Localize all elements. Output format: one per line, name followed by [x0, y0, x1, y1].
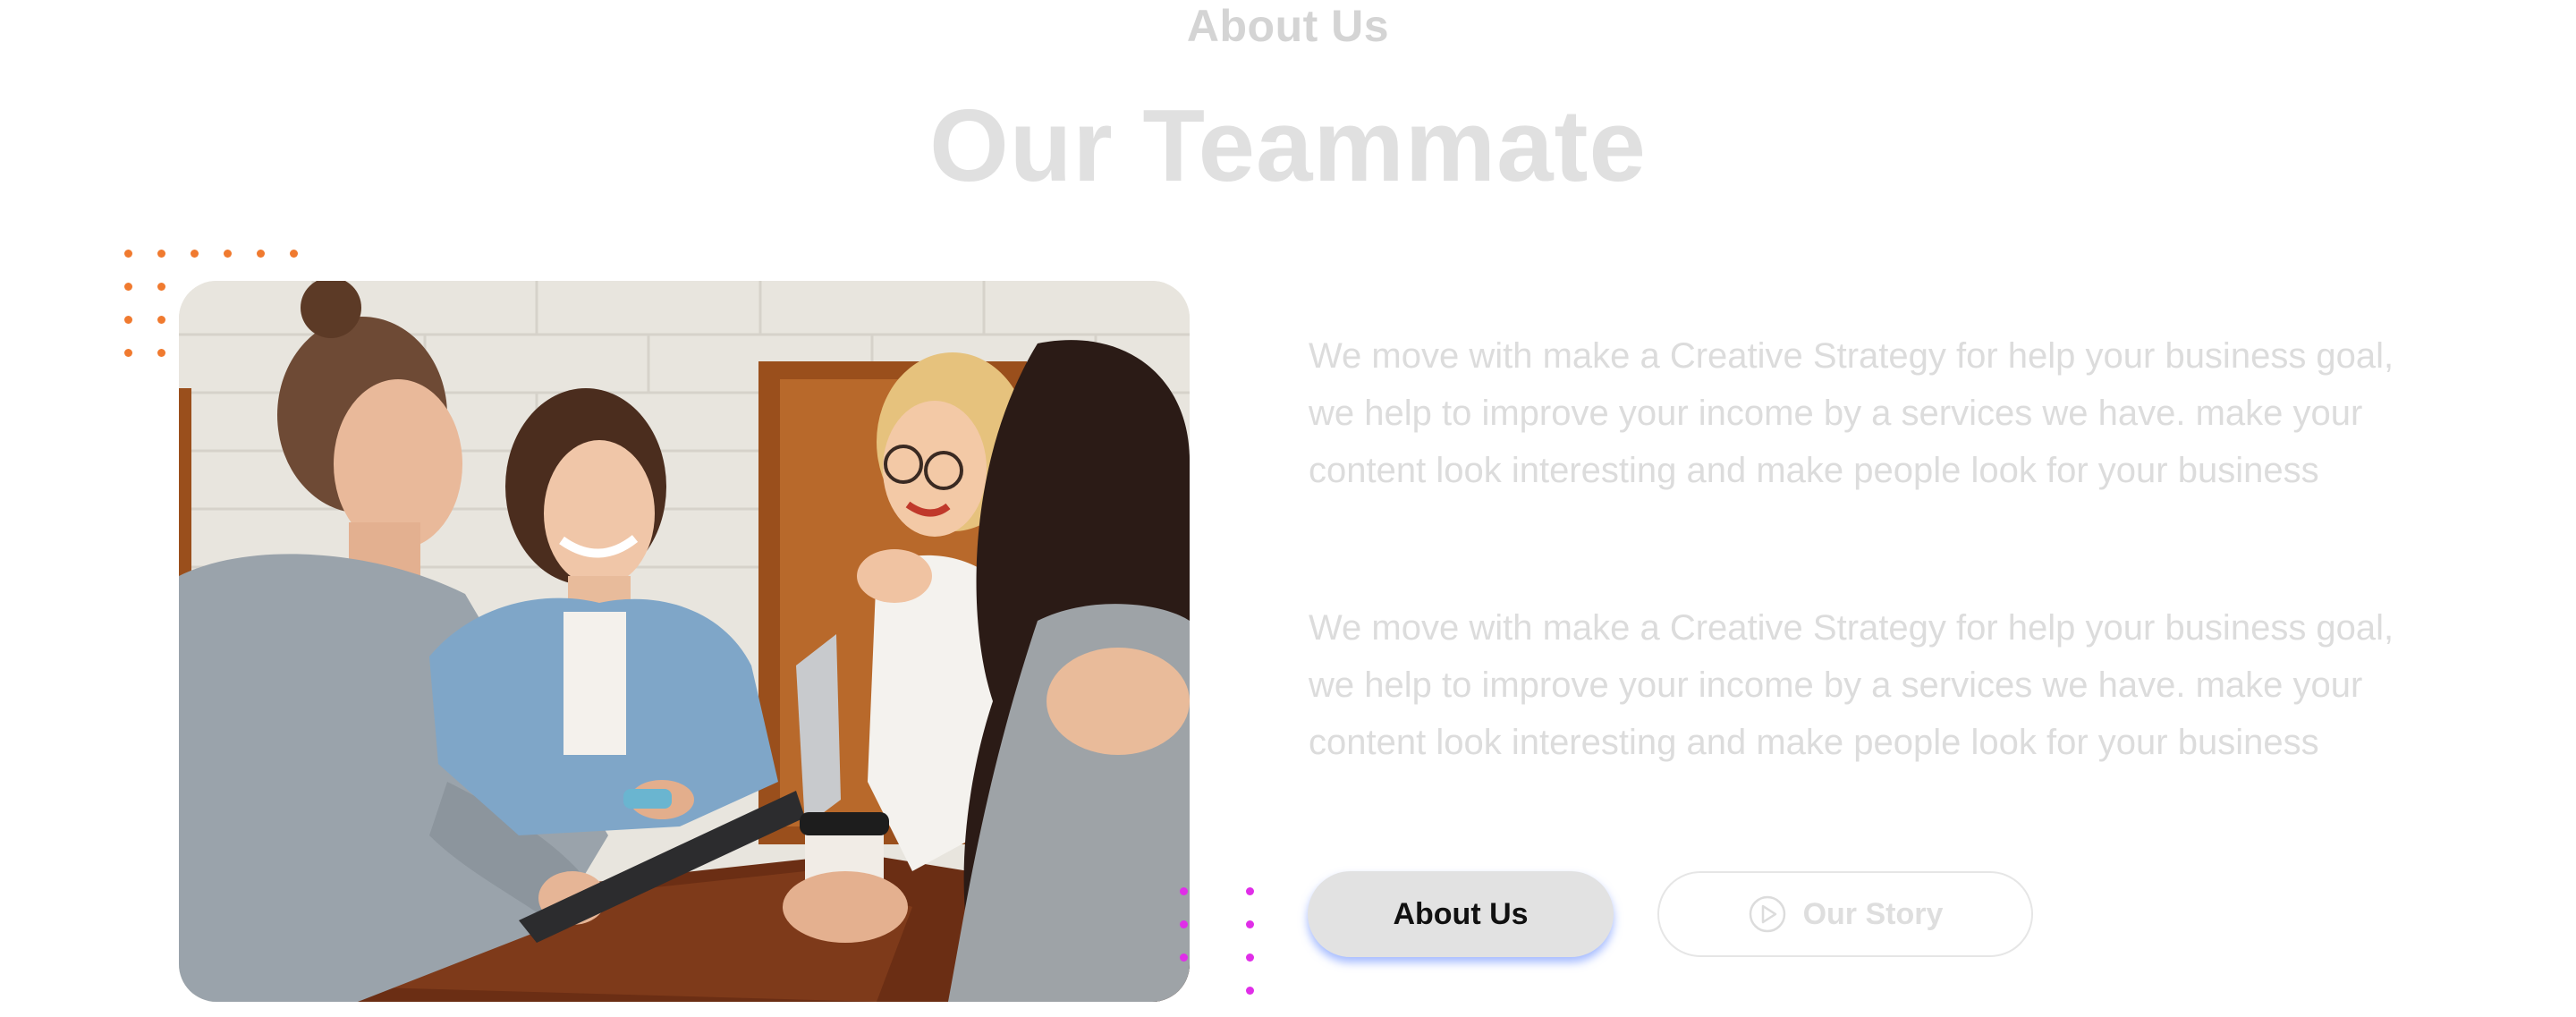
- section-title: Our Teammate: [929, 89, 1647, 203]
- team-photo-illustration: [179, 281, 1190, 1002]
- about-paragraph-2: We move with make a Creative Strategy fo…: [1309, 608, 2394, 762]
- about-section: About Us Our Teammate We move with make …: [0, 0, 2576, 1017]
- about-paragraph-1: We move with make a Creative Strategy fo…: [1309, 336, 2394, 490]
- about-us-button[interactable]: About Us: [1308, 871, 1614, 957]
- team-photo: [179, 281, 1190, 1002]
- play-circle-icon: [1749, 895, 1785, 933]
- our-story-label: Our Story: [1802, 896, 1944, 931]
- our-story-button[interactable]: Our Story: [1657, 871, 2033, 957]
- section-eyebrow: About Us: [1186, 1, 1390, 51]
